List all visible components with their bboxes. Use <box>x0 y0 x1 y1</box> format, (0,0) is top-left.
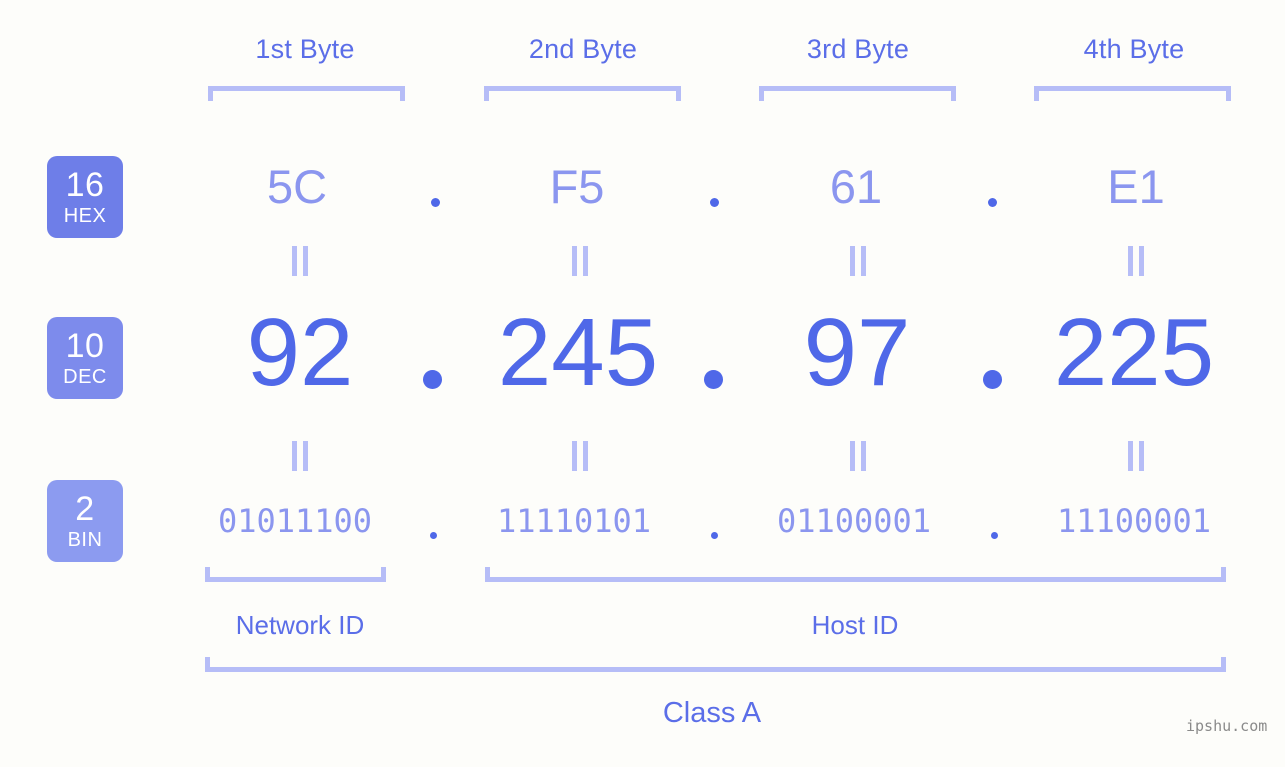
ip-class-label: Class A <box>662 697 762 729</box>
network-id-bracket <box>205 567 386 582</box>
bin-byte-3: 01100001 <box>776 502 932 540</box>
base-badge-hex-name: HEX <box>63 205 107 227</box>
network-id-label: Network ID <box>235 610 365 640</box>
equals-mark-hex-dec-4 <box>1128 246 1145 276</box>
byte-bracket-3 <box>759 86 956 101</box>
byte-bracket-2 <box>484 86 681 101</box>
hex-separator-dot-2 <box>710 198 719 207</box>
hex-separator-dot-3 <box>988 198 997 207</box>
dec-separator-dot-3 <box>983 370 1002 389</box>
hex-byte-2: F5 <box>549 160 605 213</box>
equals-mark-dec-bin-3 <box>850 441 867 471</box>
hex-separator-dot-1 <box>431 198 440 207</box>
bin-separator-dot-3 <box>991 532 998 539</box>
bin-separator-dot-2 <box>711 532 718 539</box>
host-id-label: Host ID <box>811 610 899 640</box>
equals-mark-dec-bin-4 <box>1128 441 1145 471</box>
byte-bracket-1 <box>208 86 405 101</box>
byte-header-label-4: 4th Byte <box>1083 34 1185 64</box>
base-badge-dec-name: DEC <box>63 366 107 388</box>
bin-byte-4: 11100001 <box>1056 502 1212 540</box>
base-badge-bin-number: 2 <box>75 490 95 528</box>
byte-header-label-1: 1st Byte <box>255 34 355 64</box>
base-badge-dec-number: 10 <box>65 327 105 365</box>
hex-byte-1: 5C <box>266 160 328 213</box>
base-badge-hex-number: 16 <box>65 166 105 204</box>
equals-mark-hex-dec-2 <box>572 246 589 276</box>
base-badge-bin: 2 BIN <box>47 480 123 562</box>
dec-separator-dot-1 <box>423 370 442 389</box>
equals-mark-dec-bin-1 <box>292 441 309 471</box>
dec-byte-3: 97 <box>803 299 911 406</box>
base-badge-dec: 10 DEC <box>47 317 123 399</box>
bin-byte-2: 11110101 <box>496 502 652 540</box>
dec-byte-4: 225 <box>1053 299 1215 406</box>
equals-mark-hex-dec-1 <box>292 246 309 276</box>
base-badge-bin-name: BIN <box>67 529 103 551</box>
equals-mark-hex-dec-3 <box>850 246 867 276</box>
site-watermark: ipshu.com <box>1186 717 1268 735</box>
host-id-bracket <box>485 567 1226 582</box>
byte-bracket-4 <box>1034 86 1231 101</box>
byte-header-label-2: 2nd Byte <box>528 34 638 64</box>
byte-header-label-3: 3rd Byte <box>806 34 910 64</box>
ip-class-bracket <box>205 657 1226 672</box>
hex-byte-4: E1 <box>1107 160 1165 213</box>
ip-address-breakdown-diagram: 1st Byte 2nd Byte 3rd Byte 4th Byte 16 H… <box>0 0 1285 767</box>
dec-byte-1: 92 <box>246 299 354 406</box>
hex-byte-3: 61 <box>829 160 883 213</box>
bin-separator-dot-1 <box>430 532 437 539</box>
dec-byte-2: 245 <box>497 299 659 406</box>
equals-mark-dec-bin-2 <box>572 441 589 471</box>
dec-separator-dot-2 <box>704 370 723 389</box>
base-badge-hex: 16 HEX <box>47 156 123 238</box>
bin-byte-1: 01011100 <box>217 502 373 540</box>
